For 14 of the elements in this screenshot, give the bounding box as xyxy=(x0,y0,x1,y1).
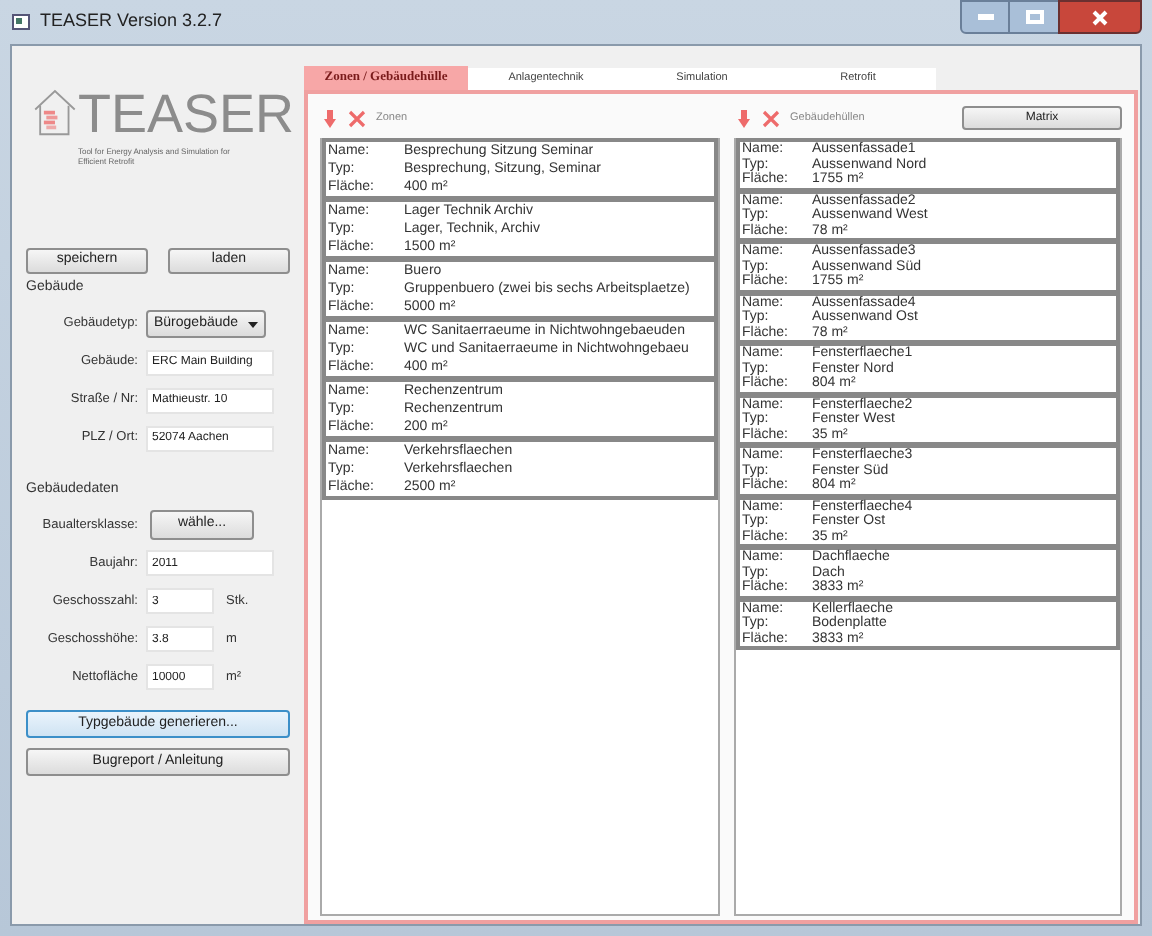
delete-icon[interactable] xyxy=(348,109,366,127)
app-icon xyxy=(12,14,30,30)
down-arrow-icon[interactable] xyxy=(738,109,750,127)
down-arrow-icon[interactable] xyxy=(324,109,336,127)
minimize-button[interactable] xyxy=(960,0,1010,34)
maximize-button[interactable] xyxy=(1010,0,1058,34)
close-icon xyxy=(1092,9,1108,25)
window-title: TEASER Version 3.2.7 xyxy=(40,8,223,35)
close-button[interactable] xyxy=(1058,0,1142,34)
maximize-icon xyxy=(1025,10,1043,24)
logo-text: TEASER xyxy=(77,86,294,142)
minimize-icon xyxy=(977,14,993,20)
delete-icon[interactable] xyxy=(762,109,780,127)
dropdown-arrow-icon xyxy=(248,321,258,327)
